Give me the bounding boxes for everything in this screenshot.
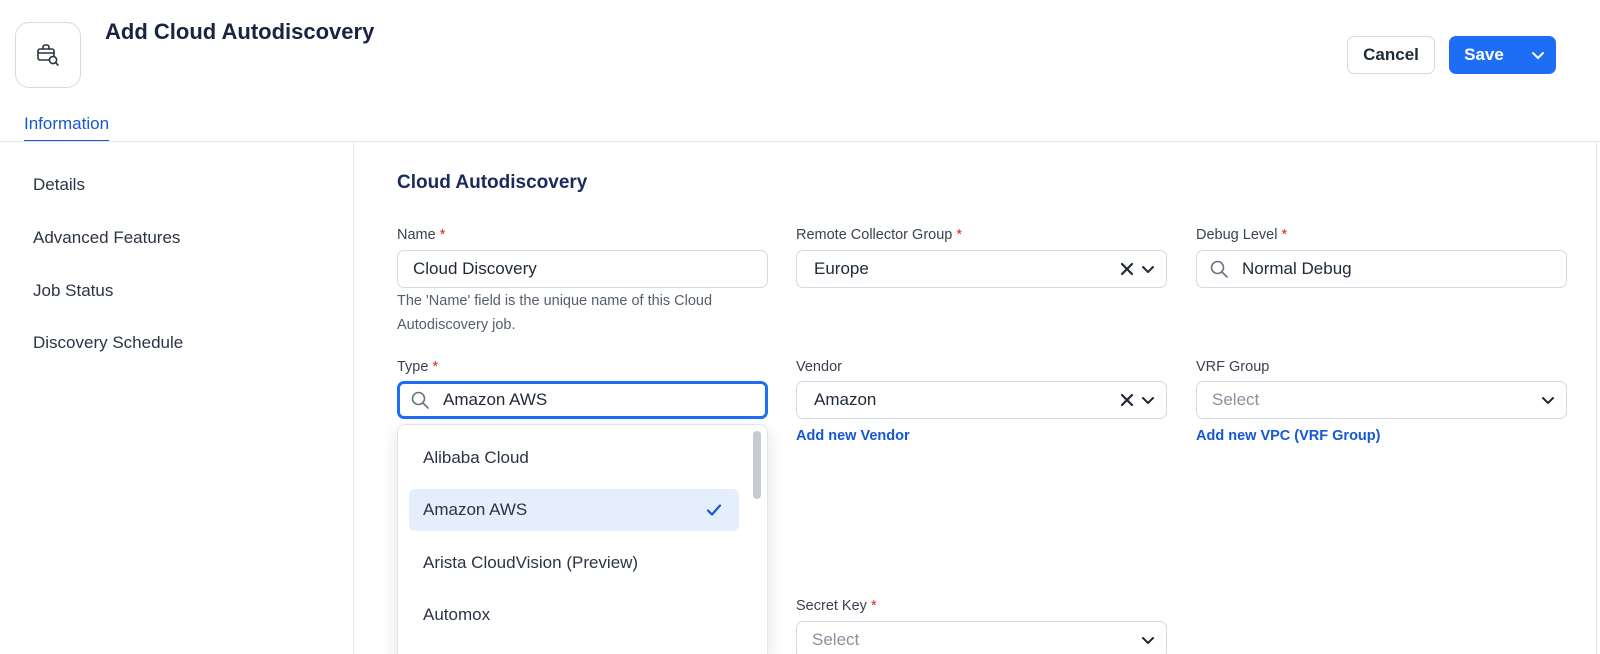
required-marker: * [1281, 227, 1288, 243]
required-marker: * [439, 227, 446, 243]
add-new-vendor-link[interactable]: Add new Vendor [796, 428, 910, 444]
chevron-down-icon[interactable] [1140, 632, 1156, 648]
required-marker: * [870, 598, 877, 614]
type-search-value: Amazon AWS [443, 390, 548, 409]
page-title: Add Cloud Autodiscovery [105, 19, 375, 44]
required-marker: * [956, 227, 963, 243]
secret-key-label-text: Secret Key [796, 598, 867, 614]
debug-level-select[interactable]: Normal Debug [1196, 250, 1567, 288]
vendor-value: Amazon [814, 390, 877, 409]
chevron-down-icon[interactable] [1540, 392, 1556, 408]
name-label: Name * [397, 227, 445, 243]
search-icon [411, 391, 429, 409]
vendor-label: Vendor [796, 359, 842, 375]
chevron-down-icon [1531, 52, 1544, 59]
remote-collector-group-value: Europe [814, 259, 869, 278]
dropdown-option-alibaba-cloud[interactable]: Alibaba Cloud [409, 437, 739, 479]
save-button[interactable]: Save [1449, 36, 1519, 74]
add-new-vrf-group-link[interactable]: Add new VPC (VRF Group) [1196, 428, 1380, 444]
sidebar-item-job-status[interactable]: Job Status [33, 281, 113, 301]
vrf-group-placeholder: Select [1212, 390, 1260, 409]
chevron-down-icon[interactable] [1140, 261, 1156, 277]
required-marker: * [432, 359, 439, 375]
secret-key-placeholder: Select [812, 630, 860, 649]
chevron-down-icon[interactable] [1140, 392, 1156, 408]
remote-collector-group-label: Remote Collector Group * [796, 227, 962, 243]
option-label: Arista CloudVision (Preview) [423, 553, 639, 572]
clear-icon[interactable] [1120, 393, 1134, 407]
dropdown-option-automox[interactable]: Automox [409, 594, 739, 636]
type-dropdown-menu: Alibaba Cloud Amazon AWS Arista CloudVis… [397, 424, 768, 654]
type-label-text: Type [397, 359, 429, 375]
type-search-input[interactable]: Amazon AWS [397, 381, 768, 419]
option-label: Amazon AWS [423, 500, 528, 519]
dropdown-scrollbar-thumb[interactable] [753, 431, 761, 499]
sidebar-item-details[interactable]: Details [33, 175, 85, 195]
content-right-border [1596, 142, 1597, 654]
name-help-text: The 'Name' field is the unique name of t… [397, 293, 713, 333]
name-label-text: Name [397, 227, 436, 243]
sidebar-item-advanced-features[interactable]: Advanced Features [33, 228, 180, 248]
dropdown-option-arista-cloudvision[interactable]: Arista CloudVision (Preview) [409, 542, 739, 584]
option-label: Automox [423, 605, 491, 624]
secret-key-label: Secret Key * [796, 598, 877, 614]
save-options-button[interactable] [1519, 36, 1556, 74]
name-field-value: Cloud Discovery [413, 259, 537, 278]
dropdown-option-amazon-aws[interactable]: Amazon AWS [409, 489, 739, 531]
name-field[interactable]: Cloud Discovery [397, 250, 768, 288]
sidebar-divider [353, 142, 354, 654]
debug-level-value: Normal Debug [1242, 259, 1352, 278]
tab-information[interactable]: Information [24, 114, 110, 142]
remote-collector-group-select[interactable]: Europe [796, 250, 1167, 288]
debug-level-label-text: Debug Level [1196, 227, 1278, 243]
vrf-group-select[interactable]: Select [1196, 381, 1567, 419]
type-label: Type * [397, 359, 438, 375]
cancel-button[interactable]: Cancel [1347, 36, 1435, 74]
clear-icon[interactable] [1120, 262, 1134, 276]
search-icon [1210, 260, 1228, 278]
cloud-search-icon [37, 44, 59, 66]
option-label: Alibaba Cloud [423, 448, 529, 467]
secret-key-select[interactable]: Select [796, 621, 1167, 654]
page-icon [15, 22, 81, 88]
debug-level-label: Debug Level * [1196, 227, 1287, 243]
vrf-group-label: VRF Group [1196, 359, 1270, 375]
checkmark-icon [706, 504, 722, 516]
section-title: Cloud Autodiscovery [397, 172, 588, 193]
vendor-select[interactable]: Amazon [796, 381, 1167, 419]
remote-collector-group-label-text: Remote Collector Group [796, 227, 953, 243]
save-button-group: Save [1449, 36, 1556, 74]
sidebar-item-discovery-schedule[interactable]: Discovery Schedule [33, 333, 183, 353]
header-divider [0, 141, 1600, 142]
